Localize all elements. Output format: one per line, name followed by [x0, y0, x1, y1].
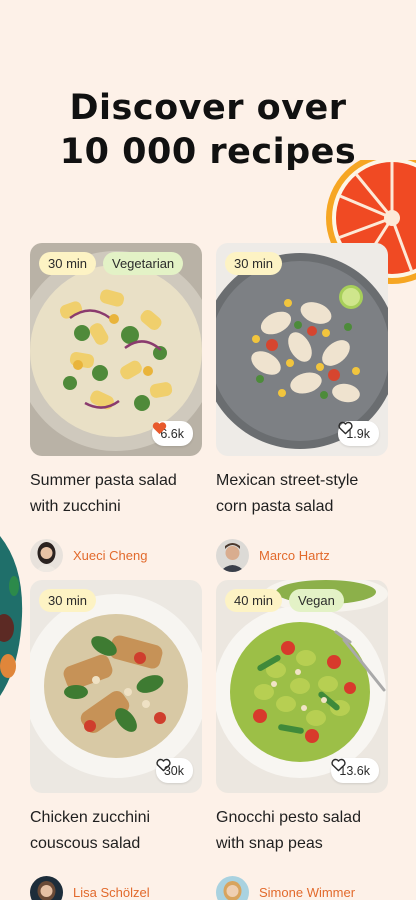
cook-time-badge: 30 min	[39, 252, 97, 275]
avatar	[30, 875, 63, 900]
like-button[interactable]: 1.9k	[338, 421, 379, 446]
recipe-photo[interactable]: 40 min Vegan 13.6k	[216, 580, 388, 793]
recipe-photo[interactable]: 30 min 30k	[30, 580, 202, 793]
heart-icon	[156, 758, 171, 772]
recipe-author[interactable]: Lisa Schölzel	[30, 875, 202, 900]
diet-badge: Vegan	[289, 589, 344, 612]
like-button[interactable]: 13.6k	[331, 758, 379, 783]
like-button[interactable]: 30k	[155, 758, 193, 783]
author-name: Lisa Schölzel	[73, 884, 150, 900]
like-button[interactable]: 6.6k	[152, 421, 193, 446]
heart-icon	[153, 422, 167, 435]
recipe-author[interactable]: Marco Hartz	[216, 538, 388, 572]
recipe-title-line-1: Chicken zucchini	[30, 809, 151, 826]
recipe-title-line-2: with zucchini	[30, 498, 121, 515]
recipe-title[interactable]: Chicken zucchini couscous salad	[30, 805, 202, 857]
cook-time-badge: 30 min	[39, 589, 97, 612]
avatar	[216, 538, 249, 572]
recipe-card-gnocchi-pesto-salad[interactable]: 40 min Vegan 13.6k Gnocchi pesto salad w…	[216, 580, 388, 900]
author-name: Xueci Cheng	[73, 547, 148, 563]
food-edge-illustration	[0, 536, 23, 696]
recipe-photo[interactable]: 30 min Vegetarian 6.6k	[30, 243, 202, 456]
recipe-author[interactable]: Xueci Cheng	[30, 538, 202, 572]
heart-icon	[338, 421, 353, 435]
recipe-title-line-2: with snap peas	[216, 835, 323, 852]
avatar	[216, 875, 249, 900]
heart-icon	[331, 758, 346, 772]
recipe-title-line-2: couscous salad	[30, 835, 141, 852]
recipe-title-line-2: corn pasta salad	[216, 498, 334, 515]
recipe-author[interactable]: Simone Wimmer	[216, 875, 388, 900]
author-name: Simone Wimmer	[259, 884, 356, 900]
recipe-title-line-1: Gnocchi pesto salad	[216, 809, 361, 826]
diet-badge: Vegetarian	[103, 252, 184, 275]
recipe-title[interactable]: Gnocchi pesto salad with snap peas	[216, 805, 388, 857]
cook-time-badge: 40 min	[225, 589, 283, 612]
recipe-title-line-1: Summer pasta salad	[30, 472, 177, 489]
recipe-title[interactable]: Summer pasta salad with zucchini	[30, 468, 202, 520]
recipe-photo[interactable]: 30 min 1.9k	[216, 243, 388, 456]
author-name: Marco Hartz	[259, 547, 330, 563]
recipe-title[interactable]: Mexican street-style corn pasta salad	[216, 468, 388, 520]
cook-time-badge: 30 min	[225, 252, 283, 275]
recipe-card-mexican-corn-pasta-salad[interactable]: 30 min 1.9k Mexican street-style corn pa…	[216, 243, 388, 572]
recipe-card-summer-pasta-salad[interactable]: 30 min Vegetarian 6.6k Summer pasta sala…	[30, 243, 202, 572]
recipe-title-line-1: Mexican street-style	[216, 472, 359, 489]
headline-line-1: Discover over	[69, 88, 347, 128]
avatar	[30, 538, 63, 572]
recipe-card-chicken-zucchini-couscous-salad[interactable]: 30 min 30k Chicken zucchini couscous sal…	[30, 580, 202, 900]
